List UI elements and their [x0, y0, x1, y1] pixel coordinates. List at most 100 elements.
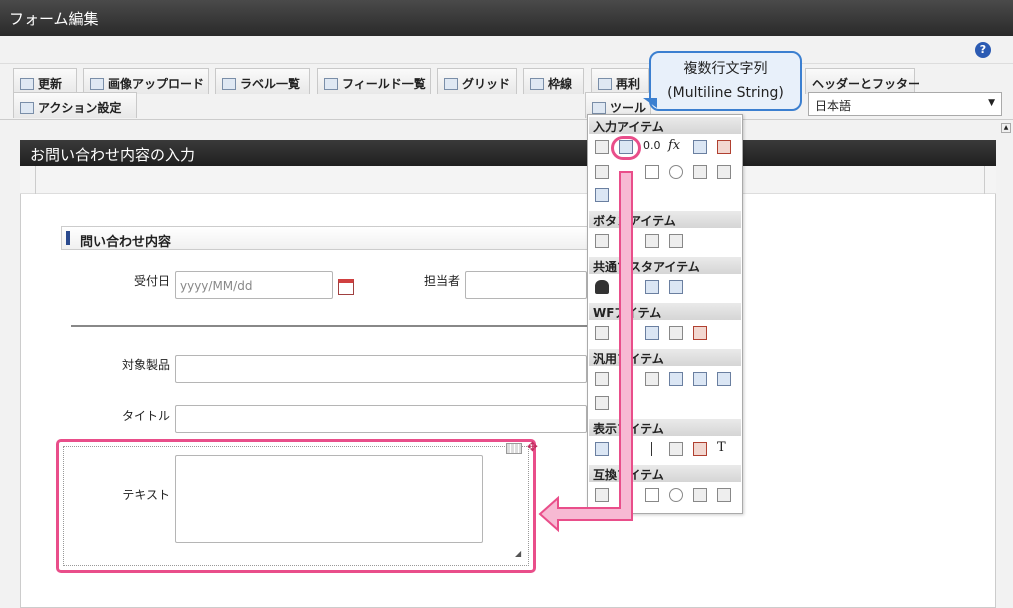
section-header: 問い合わせ内容 [61, 226, 621, 250]
return-button-icon[interactable] [669, 234, 683, 248]
reuse-icon [598, 78, 612, 90]
tab-refresh-label: 更新 [38, 77, 63, 91]
stamp-icon[interactable] [693, 326, 707, 340]
compat-listbox-icon[interactable] [595, 488, 609, 502]
single-line-text-icon[interactable] [595, 140, 609, 154]
tab-action-settings[interactable]: アクション設定 [13, 92, 137, 118]
tab-reuse[interactable]: 再利 [591, 68, 649, 94]
header-bar-icon[interactable] [595, 442, 609, 456]
image-upload-icon [90, 78, 104, 90]
tab-tools-label: ツール [610, 101, 647, 115]
search-user-icon[interactable] [669, 372, 683, 386]
section-title: 問い合わせ内容 [80, 235, 172, 250]
language-select[interactable]: 日本語 ▼ [808, 92, 1002, 116]
palette-section-common-master[interactable]: 共通マスタアイテム [589, 257, 741, 274]
border-icon [530, 78, 544, 90]
form-title: お問い合わせ内容の入力 [30, 146, 196, 164]
upload-icon[interactable] [595, 188, 609, 202]
group-icon[interactable] [669, 280, 683, 294]
radio-icon[interactable] [669, 165, 683, 179]
tooltip-subtitle: (Multiline String) [667, 85, 784, 101]
palette-section-display[interactable]: 表示アイテム [589, 419, 741, 436]
date-icon[interactable] [693, 140, 707, 154]
submit-button-icon[interactable] [595, 234, 609, 248]
palette-section-button[interactable]: ボタンアイテム [589, 211, 741, 228]
field-list-icon [324, 78, 338, 90]
date-range-icon[interactable] [717, 140, 731, 154]
organization-icon[interactable] [645, 280, 659, 294]
palette-section-wf[interactable]: WFアイテム [589, 303, 741, 320]
panel-icon[interactable] [595, 396, 609, 410]
palette-section-compat[interactable]: 互換アイテム [589, 465, 741, 482]
action-icon [20, 102, 34, 114]
tab-header-footer[interactable]: ヘッダーとフッター [805, 68, 920, 94]
tab-field-list[interactable]: フィールド一覧 [317, 68, 431, 94]
title-label: タイトル [121, 409, 170, 423]
calendar-icon[interactable] [338, 279, 354, 295]
title-input[interactable] [175, 405, 587, 433]
clipboard-icon[interactable] [595, 326, 609, 340]
compat-combo-icon[interactable] [717, 488, 731, 502]
grid-icon[interactable] [506, 443, 522, 454]
compat-checkbox-icon[interactable] [645, 488, 659, 502]
combo-icon[interactable] [717, 165, 731, 179]
received-date-input[interactable]: yyyy/MM/dd [175, 271, 333, 299]
product-label: 対象製品 [121, 358, 170, 372]
listbox-icon[interactable] [595, 165, 609, 179]
camera-icon[interactable] [645, 372, 659, 386]
tooltip: 複数行文字列 (Multiline String) [649, 51, 802, 111]
assignee-input[interactable] [465, 271, 587, 299]
compat-radio-icon[interactable] [669, 488, 683, 502]
file-download-icon[interactable] [717, 372, 731, 386]
tab-label-list[interactable]: ラベル一覧 [215, 68, 310, 94]
palette-section-general-label: 汎用アイテム [593, 352, 664, 366]
box-icon[interactable] [669, 442, 683, 456]
move-handle-icon[interactable]: ✥ [527, 441, 541, 455]
tab-border[interactable]: 枠線 [523, 68, 584, 94]
form-title-bar: お問い合わせ内容の入力 [20, 140, 996, 166]
palette-section-compat-label: 互換アイテム [593, 468, 664, 482]
back-button-icon[interactable] [645, 234, 659, 248]
number-icon[interactable]: 0.0 [643, 139, 661, 152]
palette-section-input[interactable]: 入力アイテム [589, 117, 741, 134]
tab-refresh[interactable]: 更新 [13, 68, 77, 94]
compat-dropdown-icon[interactable] [693, 488, 707, 502]
multiline-text-input[interactable] [175, 455, 483, 543]
help-bar: ? [0, 36, 1013, 64]
product-input[interactable] [175, 355, 587, 383]
resize-handle-icon[interactable]: ◢ [515, 549, 521, 558]
received-date-placeholder: yyyy/MM/dd [180, 279, 253, 293]
formula-icon[interactable]: fx [668, 138, 680, 153]
divider [35, 166, 36, 194]
document-icon[interactable] [645, 326, 659, 340]
vertical-line-icon[interactable] [651, 442, 652, 456]
tab-border-label: 枠線 [548, 77, 573, 91]
tab-field-list-label: フィールド一覧 [342, 77, 426, 91]
text-label: テキスト [122, 488, 170, 502]
file-upload-icon[interactable] [693, 372, 707, 386]
grid-icon [444, 78, 458, 90]
tab-image-upload[interactable]: 画像アップロード [83, 68, 209, 94]
checkbox-icon[interactable] [645, 165, 659, 179]
separator-icon[interactable] [595, 372, 609, 386]
label-text-icon[interactable]: T [717, 440, 726, 455]
label-list-icon [222, 78, 236, 90]
tooltip-tail [643, 98, 657, 108]
tab-label-list-label: ラベル一覧 [240, 77, 301, 91]
image-icon[interactable] [693, 442, 707, 456]
tab-reuse-label: 再利 [616, 77, 641, 91]
language-select-value: 日本語 [815, 99, 852, 113]
palette-section-common-master-label: 共通マスタアイテム [593, 260, 700, 274]
dropdown-icon[interactable] [693, 165, 707, 179]
help-icon[interactable]: ? [975, 42, 991, 58]
tab-grid[interactable]: グリッド [437, 68, 517, 94]
palette-section-general[interactable]: 汎用アイテム [589, 349, 741, 366]
chevron-down-icon: ▼ [988, 98, 995, 108]
scroll-up-icon[interactable]: ▲ [1001, 123, 1011, 133]
palette-section-input-label: 入力アイテム [593, 120, 664, 134]
tab-grid-label: グリッド [462, 77, 511, 91]
palette-section-display-label: 表示アイテム [593, 422, 664, 436]
history-icon[interactable] [669, 326, 683, 340]
toolbox-icon [592, 102, 606, 114]
user-icon[interactable] [595, 280, 609, 294]
